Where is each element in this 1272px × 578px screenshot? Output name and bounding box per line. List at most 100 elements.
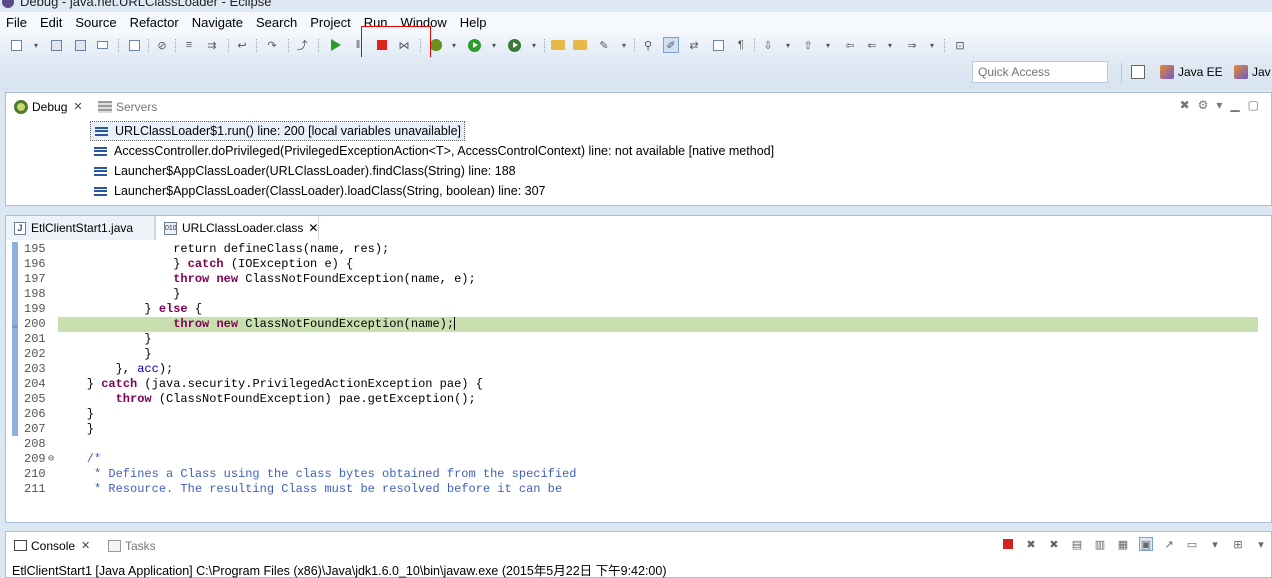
- show-console-on-output-icon[interactable]: ▣: [1139, 537, 1153, 551]
- next-annotation-down-icon[interactable]: ⇩: [760, 37, 776, 53]
- open-folder-icon[interactable]: [572, 37, 588, 53]
- menu-search[interactable]: Search: [256, 15, 297, 30]
- code-line[interactable]: 199 } else {: [6, 302, 1271, 317]
- chevron-down-icon[interactable]: ▾: [824, 37, 832, 53]
- tab-console[interactable]: Console ✕: [8, 535, 97, 556]
- tab-etlclientstart1-java[interactable]: J EtlClientStart1.java: [6, 216, 155, 240]
- new-project-icon[interactable]: [550, 37, 566, 53]
- code-line-current[interactable]: ⇨ 200 throw new ClassNotFoundException(na…: [6, 317, 1271, 332]
- chevron-down-icon[interactable]: ▾: [32, 37, 40, 53]
- menu-project[interactable]: Project: [310, 15, 350, 30]
- print-icon[interactable]: [94, 37, 110, 53]
- close-icon[interactable]: ✕: [308, 221, 318, 235]
- chevron-down-icon[interactable]: ▾: [530, 37, 538, 53]
- stack-frame[interactable]: Launcher$AppClassLoader(URLClassLoader).…: [90, 161, 774, 181]
- minimize-icon[interactable]: ▁: [1230, 98, 1239, 112]
- next-annotation-icon[interactable]: ⇉: [204, 37, 220, 53]
- block-selection-icon[interactable]: ⇄: [686, 37, 702, 53]
- debug-options-icon[interactable]: ⚙: [1198, 98, 1209, 112]
- code-line[interactable]: 198 }: [6, 287, 1271, 302]
- code-line[interactable]: 197 throw new ClassNotFoundException(nam…: [6, 272, 1271, 287]
- code-line[interactable]: 195 return defineClass(name, res);: [6, 242, 1271, 257]
- tab-urlclassloader-class[interactable]: 010 URLClassLoader.class ✕: [155, 216, 319, 240]
- chevron-down-icon[interactable]: ▾: [784, 37, 792, 53]
- code-line[interactable]: 208: [6, 437, 1271, 452]
- stack-frame[interactable]: AccessController.doPrivileged(Privileged…: [90, 141, 774, 161]
- code-line[interactable]: 201 }: [6, 332, 1271, 347]
- run-external-tools-icon[interactable]: [506, 37, 522, 53]
- clear-console-icon[interactable]: ▤: [1070, 537, 1084, 551]
- chevron-down-icon[interactable]: ▾: [620, 37, 628, 53]
- chevron-down-icon[interactable]: ▾: [450, 37, 458, 53]
- toggle-mark-icon[interactable]: ≡: [181, 37, 197, 53]
- show-whitespace-icon[interactable]: [710, 37, 726, 53]
- display-console-icon[interactable]: ▭: [1185, 537, 1199, 551]
- search-icon[interactable]: ⚲: [640, 37, 656, 53]
- code-line[interactable]: 205 throw (ClassNotFoundException) pae.g…: [6, 392, 1271, 407]
- skip-breakpoints-icon[interactable]: ⊘: [154, 37, 170, 53]
- scroll-lock-icon[interactable]: ▥: [1093, 537, 1107, 551]
- remove-launches-icon[interactable]: ✖: [1180, 98, 1190, 112]
- pin-editor-icon[interactable]: ⊡: [952, 37, 968, 53]
- last-edit-location-icon[interactable]: ⇦: [842, 37, 858, 53]
- resume-icon[interactable]: [328, 37, 344, 53]
- remove-all-terminated-icon[interactable]: ✖: [1047, 537, 1061, 551]
- chevron-down-icon[interactable]: ▾: [1254, 537, 1268, 551]
- close-icon[interactable]: ✕: [73, 100, 82, 113]
- forward-icon[interactable]: ⇒: [904, 37, 920, 53]
- quick-access-input[interactable]: [972, 61, 1108, 83]
- code-line[interactable]: 203 }, acc);: [6, 362, 1271, 377]
- menu-help[interactable]: Help: [460, 15, 487, 30]
- code-editor[interactable]: 195 return defineClass(name, res); 196 } …: [6, 242, 1271, 524]
- tab-servers[interactable]: Servers: [92, 96, 163, 117]
- chevron-down-icon[interactable]: ▾: [928, 37, 936, 53]
- code-line[interactable]: 211 * Resource. The resulting Class must…: [6, 482, 1271, 497]
- step-over-icon[interactable]: ↷: [264, 37, 280, 53]
- code-line[interactable]: 196 } catch (IOException e) {: [6, 257, 1271, 272]
- stack-frame-selected[interactable]: URLClassLoader$1.run() line: 200 [local …: [90, 121, 466, 141]
- binary-class-icon[interactable]: [126, 37, 142, 53]
- word-wrap-icon[interactable]: ▦: [1116, 537, 1130, 551]
- open-type-icon[interactable]: ✎: [596, 37, 612, 53]
- drop-to-frame-icon[interactable]: ↩: [234, 37, 250, 53]
- save-all-icon[interactable]: [72, 37, 88, 53]
- maximize-icon[interactable]: ▢: [1248, 98, 1259, 112]
- terminate-icon[interactable]: [1001, 537, 1015, 551]
- close-icon[interactable]: ✕: [81, 539, 90, 552]
- menu-edit[interactable]: Edit: [40, 15, 62, 30]
- chevron-down-icon[interactable]: ▾: [490, 37, 498, 53]
- menu-source[interactable]: Source: [75, 15, 116, 30]
- run-icon[interactable]: [466, 37, 482, 53]
- step-return-icon[interactable]: ⤴: [294, 37, 310, 53]
- chevron-down-icon[interactable]: ▾: [886, 37, 894, 53]
- code-line[interactable]: 210 * Defines a Class using the class by…: [6, 467, 1271, 482]
- open-perspective-icon[interactable]: [1131, 65, 1145, 79]
- perspective-java[interactable]: Jav: [1234, 65, 1271, 79]
- menu-refactor[interactable]: Refactor: [130, 15, 179, 30]
- tab-tasks[interactable]: Tasks: [102, 535, 162, 556]
- perspective-java-ee[interactable]: Java EE: [1160, 65, 1223, 79]
- tab-debug[interactable]: Debug ✕: [8, 96, 89, 117]
- open-console-icon[interactable]: ⊞: [1231, 537, 1245, 551]
- chevron-down-icon[interactable]: ▾: [1208, 537, 1222, 551]
- new-icon[interactable]: [8, 37, 24, 53]
- previous-annotation-up-icon[interactable]: ⇧: [800, 37, 816, 53]
- remove-launch-icon[interactable]: ✖: [1024, 537, 1038, 551]
- code-line[interactable]: 204 } catch (java.security.PrivilegedAct…: [6, 377, 1271, 392]
- menu-navigate[interactable]: Navigate: [192, 15, 243, 30]
- pin-console-icon[interactable]: ↗: [1162, 537, 1176, 551]
- back-icon[interactable]: ⇐: [864, 37, 880, 53]
- code-line[interactable]: 202 }: [6, 347, 1271, 362]
- stack-frame[interactable]: Launcher$AppClassLoader(ClassLoader).loa…: [90, 181, 774, 201]
- menu-file[interactable]: File: [6, 15, 27, 30]
- code-line[interactable]: 206 }: [6, 407, 1271, 422]
- save-icon[interactable]: [48, 37, 64, 53]
- view-menu-icon[interactable]: ▾: [1216, 98, 1222, 112]
- pilcrow-icon[interactable]: ¶: [733, 37, 749, 53]
- code-text: }: [58, 332, 152, 346]
- stack-frame-list: URLClassLoader$1.run() line: 200 [local …: [90, 121, 774, 201]
- fold-toggle-icon[interactable]: ⊖: [48, 452, 54, 467]
- highlight-occurrences-icon[interactable]: ✐: [663, 37, 679, 53]
- code-line[interactable]: 207 }: [6, 422, 1271, 437]
- code-line[interactable]: 209 ⊖ /*: [6, 452, 1271, 467]
